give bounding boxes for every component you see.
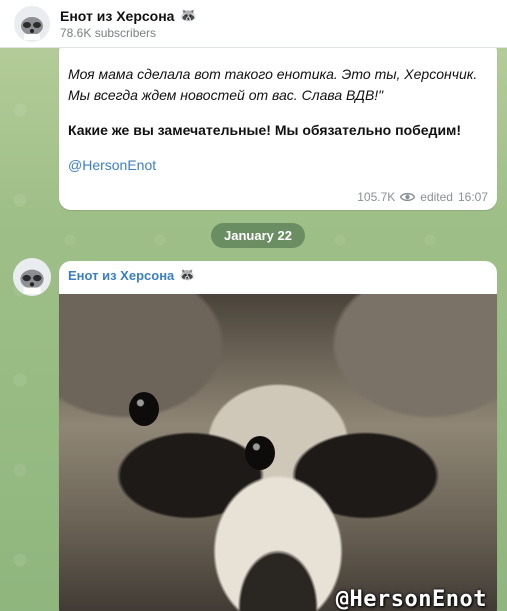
message-bubble[interactable]: Моя мама сделала вот такого енотика. Это…	[59, 40, 497, 210]
photo-watermark: @HersonEnot	[335, 587, 487, 611]
sender-name-text: Енот из Херсона	[68, 267, 175, 283]
raccoon-avatar-icon	[13, 258, 51, 296]
message-time: 16:07	[457, 190, 488, 204]
eye-icon	[400, 192, 416, 202]
raccoon-emoji-icon: 🦝	[179, 267, 196, 282]
photo-message-bubble[interactable]: Енот из Херсона 🦝 @HersonEnot	[59, 261, 497, 611]
message-line: Мы всегда ждем новостей от вас. Слава ВД…	[68, 87, 384, 103]
view-count: 105.7K	[357, 190, 396, 204]
raccoon-avatar-icon	[14, 5, 50, 42]
message-line: Моя мама сделала вот такого енотика. Это…	[68, 66, 478, 82]
raccoon-left-eye	[129, 392, 159, 426]
message-meta: 105.7K edited 16:07	[357, 190, 488, 204]
raccoon-emoji-icon: 🦝	[179, 7, 197, 23]
channel-title: Енот из Херсона 🦝	[60, 7, 197, 24]
date-separator[interactable]: January 22	[211, 223, 305, 248]
channel-avatar[interactable]	[14, 5, 50, 42]
sender-avatar[interactable]	[13, 258, 51, 296]
edited-label: edited	[420, 190, 453, 204]
message-italic-text: Моя мама сделала вот такого енотика. Это…	[68, 64, 487, 106]
message-bold-text: Какие же вы замечательные! Мы обязательн…	[68, 122, 462, 138]
raccoon-right-eye	[245, 436, 275, 470]
sender-name[interactable]: Енот из Херсона 🦝	[68, 267, 195, 283]
channel-link[interactable]: @HersonEnot	[68, 155, 487, 176]
chat-header[interactable]: Енот из Херсона 🦝 78.6K subscribers	[0, 0, 507, 48]
channel-name: Енот из Херсона	[60, 7, 175, 24]
raccoon-photo[interactable]: @HersonEnot	[59, 294, 497, 611]
subscriber-count: 78.6K subscribers	[60, 26, 157, 40]
